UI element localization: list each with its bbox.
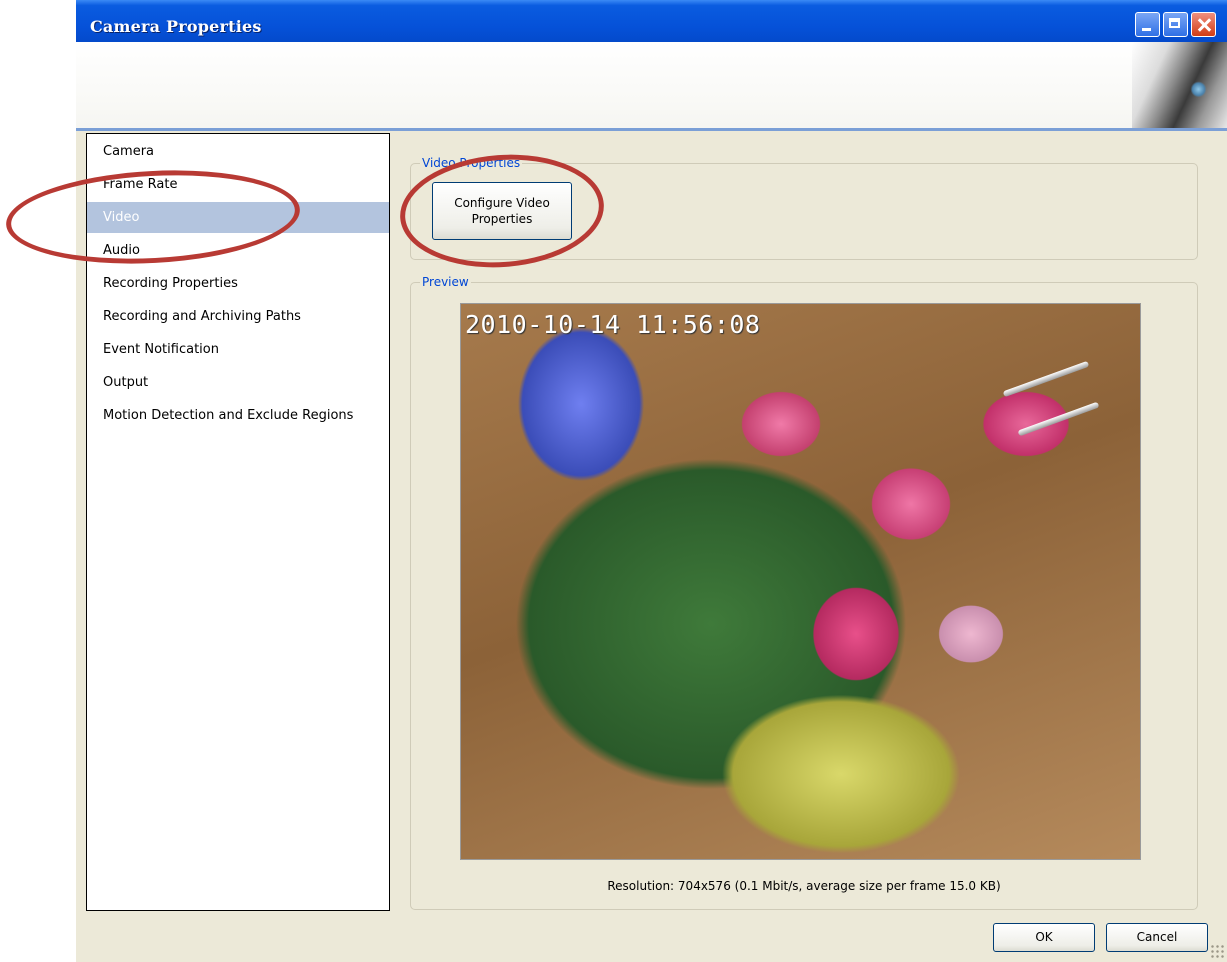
preview-timestamp: 2010-10-14 11:56:08 <box>465 310 761 339</box>
nav-item-camera[interactable]: Camera <box>87 136 389 167</box>
wolf-logo-image <box>1132 42 1227 128</box>
ok-button[interactable]: OK <box>993 923 1095 952</box>
window-title: Camera Properties <box>90 17 262 36</box>
minimize-icon[interactable] <box>1135 12 1160 37</box>
nav-item-motion-detection[interactable]: Motion Detection and Exclude Regions <box>87 400 389 431</box>
resolution-info: Resolution: 704x576 (0.1 Mbit/s, average… <box>607 879 1001 893</box>
drawer-handle <box>1002 360 1090 398</box>
camera-preview-image: 2010-10-14 11:56:08 <box>460 303 1141 860</box>
close-icon[interactable] <box>1191 12 1216 37</box>
nav-item-output[interactable]: Output <box>87 367 389 398</box>
cancel-button[interactable]: Cancel <box>1106 923 1208 952</box>
header-banner <box>76 42 1227 131</box>
nav-item-event-notification[interactable]: Event Notification <box>87 334 389 365</box>
resize-grip-icon[interactable] <box>1210 944 1224 958</box>
nav-item-recording-archiving-paths[interactable]: Recording and Archiving Paths <box>87 301 389 332</box>
preview-label: Preview <box>420 275 471 289</box>
drawer-handle <box>1017 401 1100 437</box>
maximize-icon[interactable] <box>1163 12 1188 37</box>
nav-item-recording-properties[interactable]: Recording Properties <box>87 268 389 299</box>
